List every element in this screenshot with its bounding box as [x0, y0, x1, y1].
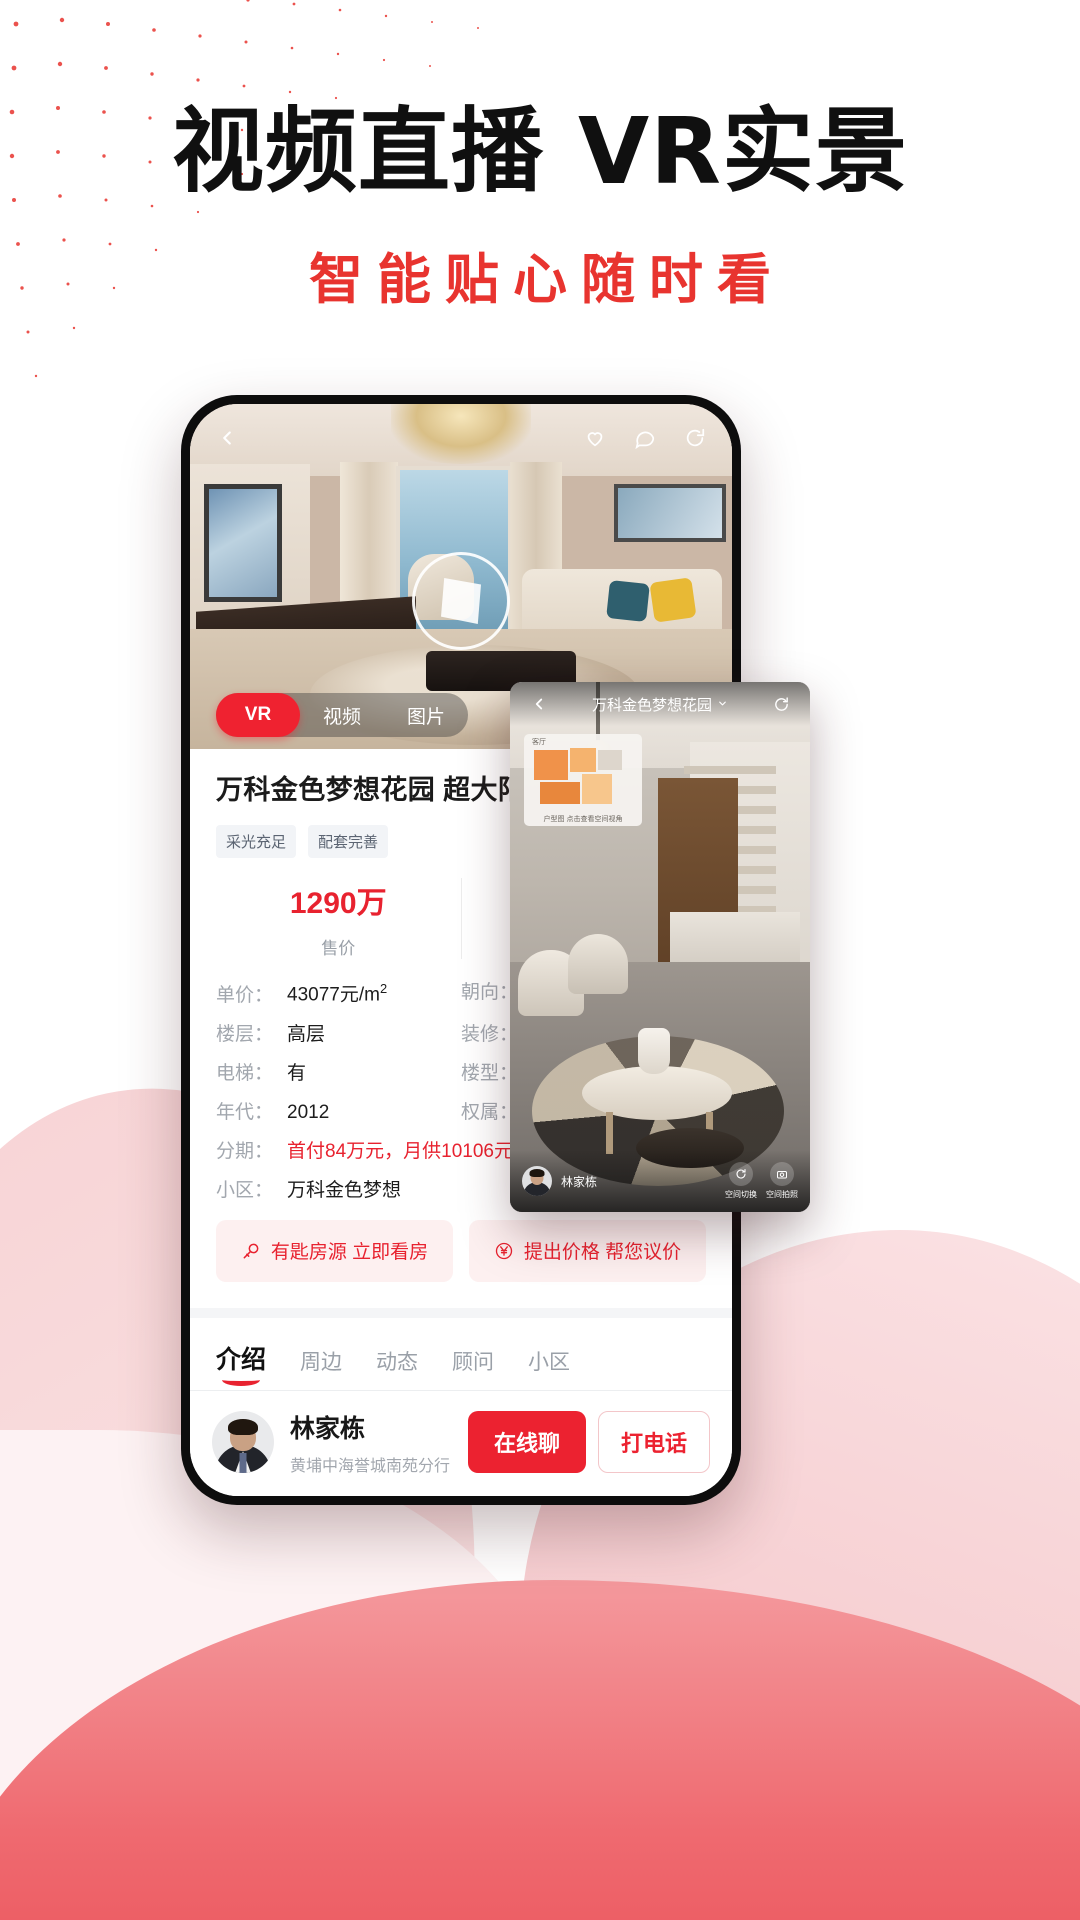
spec-value: 高层	[287, 1023, 326, 1045]
hero-top-bar	[190, 404, 732, 472]
vr-tour-panel[interactable]: 客厅 户型图 点击查看空间视角 万科金色梦想花园 林家栋 空间切换 空间拍照	[510, 682, 810, 1212]
detail-section-tabs[interactable]: 介绍 周边 动态 顾问 小区	[190, 1318, 732, 1390]
spec-value: 万科金色梦想	[287, 1179, 402, 1201]
comment-icon[interactable]	[628, 421, 662, 455]
spec-value: 首付84万元，月供10106元起	[287, 1140, 532, 1162]
key-icon	[241, 1241, 261, 1261]
agent-name: 林家栋	[290, 1414, 366, 1443]
refresh-icon[interactable]	[764, 687, 798, 721]
listing-tag: 配套完善	[308, 825, 389, 859]
yuan-circle-icon	[494, 1241, 514, 1261]
avatar	[212, 1411, 274, 1474]
poster-page: 视频直播 VR实景 智能贴心随时看 VR 视频 图片 万科金色梦想花园 超大阳台…	[0, 0, 1080, 1920]
spec-value-text: 43077元/m	[287, 984, 380, 1006]
vr-panel-title: 万科金色梦想花园	[591, 696, 712, 714]
spec-value: 有	[287, 1062, 307, 1084]
tab-active-underline	[222, 1374, 260, 1386]
media-tab-vr[interactable]: VR	[216, 693, 300, 737]
vr-enter-button[interactable]	[412, 552, 510, 650]
poster-headline: 视频直播 VR实景	[0, 103, 1080, 201]
spec-value: 2012	[287, 1101, 330, 1123]
vr-space-photo-button[interactable]: 空间拍照	[766, 1162, 798, 1200]
vr-panel-top-bar: 万科金色梦想花园	[510, 682, 810, 726]
call-phone-button[interactable]: 打电话	[597, 1411, 710, 1474]
spec-label: 小区：	[216, 1179, 274, 1201]
agent-org: 黄埔中海誉城南苑分行	[290, 1457, 451, 1475]
headline-part-2: VR实景	[577, 98, 909, 205]
tab-community[interactable]: 小区	[528, 1346, 570, 1390]
chevron-down-icon	[717, 696, 728, 713]
spec-label: 分期：	[216, 1140, 274, 1162]
agent-footer-bar: 林家栋 黄埔中海誉城南苑分行 在线聊 打电话	[190, 1391, 732, 1494]
back-arrow-icon[interactable]	[522, 687, 556, 721]
offer-price-label: 提出价格 帮您议价	[523, 1242, 682, 1264]
wall-art-secondary-decoration	[614, 484, 726, 542]
poster-headline-block: 视频直播 VR实景 智能贴心随时看	[0, 103, 1080, 314]
view-house-label: 有匙房源 立即看房	[270, 1242, 429, 1264]
spec-label: 电梯：	[216, 1062, 274, 1084]
tab-intro-label: 介绍	[216, 1345, 267, 1374]
poster-subheadline: 智能贴心随时看	[309, 247, 785, 311]
spec-year: 年代： 2012	[216, 1103, 461, 1122]
vr-space-switch-label: 空间切换	[725, 1190, 757, 1199]
floorplan-minimap[interactable]: 客厅 户型图 点击查看空间视角	[524, 734, 642, 826]
tab-advisor[interactable]: 顾问	[452, 1346, 494, 1390]
rotate-icon	[729, 1162, 753, 1186]
spec-floor: 楼层： 高层	[216, 1025, 461, 1044]
vr-pointer-icon	[441, 578, 481, 624]
spec-elevator: 电梯： 有	[216, 1064, 461, 1083]
tab-updates[interactable]: 动态	[376, 1346, 418, 1390]
camera-icon	[770, 1162, 794, 1186]
share-icon[interactable]	[678, 421, 712, 455]
spec-value: 43077元/m2	[287, 981, 388, 1006]
vr-agent-name: 林家栋	[561, 1174, 598, 1189]
wall-art-decoration	[204, 484, 282, 602]
vr-space-photo-label: 空间拍照	[766, 1190, 798, 1199]
price-value: 1290万	[289, 887, 387, 921]
heart-icon[interactable]	[578, 421, 612, 455]
price-label: 售价	[321, 939, 356, 959]
price-cell: 1290万 售价	[216, 878, 461, 959]
spec-label: 楼层：	[216, 1023, 274, 1045]
listing-tag: 采光充足	[216, 825, 297, 859]
headline-part-1: 视频直播	[171, 98, 544, 205]
avatar	[522, 1166, 552, 1196]
back-arrow-icon[interactable]	[210, 421, 244, 455]
view-house-button[interactable]: 有匙房源 立即看房	[216, 1219, 453, 1282]
offer-price-button[interactable]: 提出价格 帮您议价	[469, 1219, 706, 1282]
section-divider	[190, 1307, 732, 1318]
vr-panel-title-button[interactable]: 万科金色梦想花园	[556, 694, 764, 715]
vr-space-switch-button[interactable]: 空间切换	[725, 1162, 757, 1200]
minimap-caption: 户型图 点击查看空间视角	[543, 816, 623, 823]
spec-label: 单价：	[216, 984, 274, 1006]
media-tab-video[interactable]: 视频	[300, 693, 384, 737]
spec-unit-price: 单价： 43077元/m2	[216, 981, 461, 1006]
spec-value-superscript: 2	[379, 981, 388, 997]
chat-online-button[interactable]: 在线聊	[467, 1411, 586, 1474]
listing-cta-row: 有匙房源 立即看房 提出价格 帮您议价	[216, 1219, 706, 1282]
agent-info: 林家栋 黄埔中海誉城南苑分行	[290, 1409, 452, 1476]
minimap-room-label: 客厅	[532, 739, 546, 746]
media-tab-image[interactable]: 图片	[384, 693, 468, 737]
agent-action-buttons: 在线聊 打电话	[467, 1411, 710, 1474]
tab-intro[interactable]: 介绍	[216, 1340, 266, 1390]
media-type-tabs[interactable]: VR 视频 图片	[216, 693, 468, 737]
vr-panel-bottom-bar: 林家栋 空间切换 空间拍照	[510, 1150, 810, 1212]
spec-label: 年代：	[216, 1101, 274, 1123]
tab-surroundings[interactable]: 周边	[300, 1346, 342, 1390]
